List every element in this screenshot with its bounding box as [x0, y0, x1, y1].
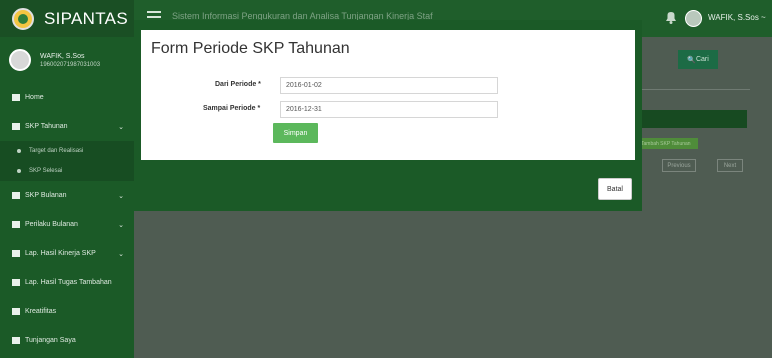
cancel-button[interactable]: Batal	[598, 178, 632, 200]
app-name: SIPANTAS	[44, 8, 128, 28]
notification-icon[interactable]	[663, 9, 679, 27]
pagination-previous[interactable]: Previous	[662, 159, 696, 172]
modal-title: Form Periode SKP Tahunan	[151, 40, 350, 57]
home-icon	[12, 94, 20, 101]
sidebar-item-lap-hasil-kinerja[interactable]: Lap. Hasil Kinerja SKP ⌄	[0, 239, 134, 268]
to-period-label: Sampai Periode *	[203, 105, 261, 112]
sidebar-item-label: Perilaku Bulanan	[25, 221, 78, 228]
user-avatar[interactable]	[685, 10, 702, 27]
book-icon	[12, 221, 20, 228]
sidebar-item-label: Tunjangan Saya	[25, 337, 76, 344]
sidebar-item-tunjangan[interactable]: Tunjangan Saya	[0, 326, 134, 355]
modal-dialog: Form Periode SKP Tahunan Dari Periode * …	[141, 30, 635, 160]
chevron-down-icon: ⌄	[118, 193, 124, 200]
sidebar-item-perilaku-bulanan[interactable]: Perilaku Bulanan ⌄	[0, 210, 134, 239]
from-period-label: Dari Periode *	[215, 81, 261, 88]
user-menu[interactable]: WAFIK, S.Sos ~	[708, 13, 766, 22]
submenu-skp-tahunan: Target dan Realisasi SKP Selesai	[0, 141, 134, 181]
from-period-input[interactable]	[280, 77, 498, 94]
bullet-icon	[17, 149, 21, 153]
sidebar-subitem-label: Target dan Realisasi	[29, 148, 84, 154]
sidebar-item-home[interactable]: Home	[0, 83, 134, 112]
sidebar-item-label: SKP Bulanan	[25, 192, 67, 199]
search-icon: 🔍	[687, 56, 696, 64]
book-icon	[12, 279, 20, 286]
divider	[640, 89, 750, 90]
profile-avatar	[9, 49, 31, 71]
search-button[interactable]: 🔍 Cari	[678, 50, 718, 69]
book-icon	[12, 192, 20, 199]
chevron-down-icon: ⌄	[118, 124, 124, 131]
sidebar: WAFIK, S.Sos 196002071987031003 Home SKP…	[0, 37, 134, 358]
sidebar-subitem-label: SKP Selesai	[29, 168, 63, 174]
modal-footer	[134, 160, 642, 211]
sidebar-subitem-skp-selesai[interactable]: SKP Selesai	[0, 161, 134, 181]
sidebar-item-label: SKP Tahunan	[25, 123, 68, 130]
chevron-down-icon: ⌄	[118, 251, 124, 258]
sidebar-subitem-target-realisasi[interactable]: Target dan Realisasi	[0, 141, 134, 161]
profile-nip: 196002071987031003	[40, 61, 101, 68]
sidebar-item-label: Lap. Hasil Tugas Tambahan	[25, 279, 112, 286]
book-icon	[12, 250, 20, 257]
book-icon	[12, 123, 20, 130]
book-icon	[12, 337, 20, 344]
save-button[interactable]: Simpan	[273, 123, 318, 143]
user-profile: WAFIK, S.Sos 196002071987031003	[0, 37, 134, 83]
logo-emblem-icon	[12, 7, 34, 30]
pagination-next[interactable]: Next	[717, 159, 743, 172]
to-period-input[interactable]	[280, 101, 498, 118]
bullet-icon	[17, 169, 21, 173]
sidebar-item-skp-tahunan[interactable]: SKP Tahunan ⌄	[0, 112, 134, 141]
sidebar-item-skp-bulanan[interactable]: SKP Bulanan ⌄	[0, 181, 134, 210]
sidebar-item-label: Home	[25, 94, 44, 101]
table-header-strip	[632, 110, 747, 128]
sidebar-item-kreatifitas[interactable]: Kreatifitas	[0, 297, 134, 326]
sidebar-item-lap-tugas-tambahan[interactable]: Lap. Hasil Tugas Tambahan	[0, 268, 134, 297]
add-skp-button[interactable]: Tambah SKP Tahunan	[638, 138, 698, 149]
sidebar-item-label: Lap. Hasil Kinerja SKP	[25, 250, 96, 257]
profile-name: WAFIK, S.Sos	[40, 52, 85, 60]
logo-area[interactable]: SIPANTAS	[0, 0, 134, 37]
book-icon	[12, 308, 20, 315]
chevron-down-icon: ⌄	[118, 222, 124, 229]
sidebar-item-label: Kreatifitas	[25, 308, 57, 315]
